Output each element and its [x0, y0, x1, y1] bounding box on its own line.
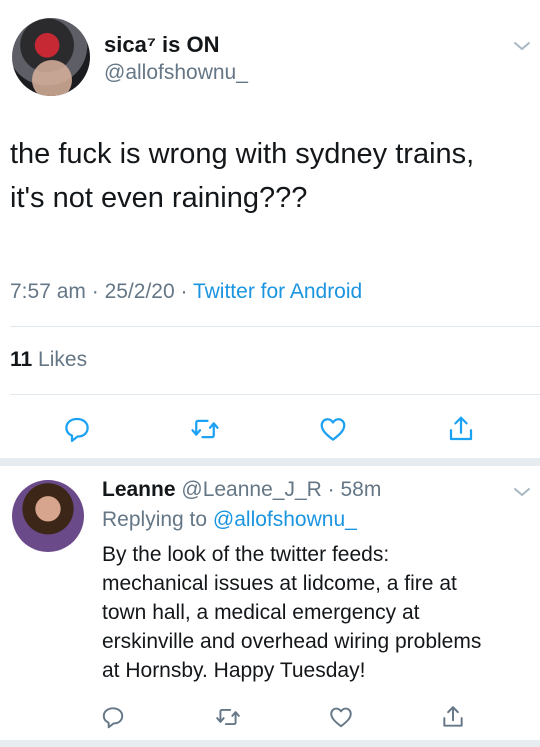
tweet-text-line: mechanical issues at lidcome, a fire at	[102, 572, 457, 595]
avatar[interactable]	[12, 480, 84, 552]
divider	[10, 326, 540, 327]
tweet-date[interactable]: 25/2/20	[105, 280, 175, 303]
display-name[interactable]: sica⁷ is ON	[104, 32, 219, 58]
display-name[interactable]: Leanne	[102, 478, 176, 501]
like-icon[interactable]	[328, 704, 354, 730]
tweet-time[interactable]: 58m	[340, 478, 381, 501]
like-icon[interactable]	[318, 414, 348, 444]
meta-separator: ·	[327, 478, 335, 501]
tweet-time[interactable]: 7:57 am	[10, 280, 86, 303]
tweet-text-line: town hall, a medical emergency at	[102, 601, 420, 624]
reply-header: Leanne @Leanne_J_R · 58m	[102, 478, 381, 502]
chevron-down-icon[interactable]	[512, 482, 532, 502]
tweet-text-line: the fuck is wrong with sydney trains,	[10, 138, 475, 170]
section-separator	[0, 740, 540, 747]
retweet-icon[interactable]	[215, 704, 241, 730]
tweet-text-line: erskinville and overhead wiring problems	[102, 630, 482, 653]
tweet-text-line: it's not even raining???	[10, 182, 308, 214]
tweet-actions	[0, 700, 540, 740]
replying-to-handle[interactable]: @allofshownu_	[213, 508, 357, 531]
tweet-meta: 7:57 am · 25/2/20 · Twitter for Android	[10, 280, 362, 304]
divider	[10, 394, 540, 395]
tweet-source[interactable]: Twitter for Android	[193, 280, 362, 303]
tweet-text-line: By the look of the twitter feeds:	[102, 543, 390, 566]
username[interactable]: @allofshownu_	[104, 61, 248, 85]
tweet-actions	[0, 405, 540, 453]
replying-to: Replying to @allofshownu_	[102, 508, 357, 532]
reply-icon[interactable]	[62, 414, 92, 444]
likes-number: 11	[10, 348, 33, 371]
section-separator	[0, 458, 540, 466]
tweet-text: the fuck is wrong with sydney trains, it…	[10, 132, 530, 220]
tweet-text-line: at Hornsby. Happy Tuesday!	[102, 659, 366, 682]
retweet-icon[interactable]	[190, 414, 220, 444]
meta-separator: ·	[91, 280, 99, 303]
username[interactable]: @Leanne_J_R	[181, 478, 321, 501]
share-icon[interactable]	[440, 704, 466, 730]
chevron-down-icon[interactable]	[512, 36, 532, 56]
reply-icon[interactable]	[100, 704, 126, 730]
replying-to-label: Replying to	[102, 508, 208, 531]
share-icon[interactable]	[446, 414, 476, 444]
meta-separator: ·	[180, 280, 188, 303]
avatar[interactable]	[12, 18, 90, 96]
likes-label: Likes	[38, 348, 88, 371]
tweet-text: By the look of the twitter feeds: mechan…	[102, 540, 532, 685]
likes-count[interactable]: 11 Likes	[10, 348, 87, 372]
